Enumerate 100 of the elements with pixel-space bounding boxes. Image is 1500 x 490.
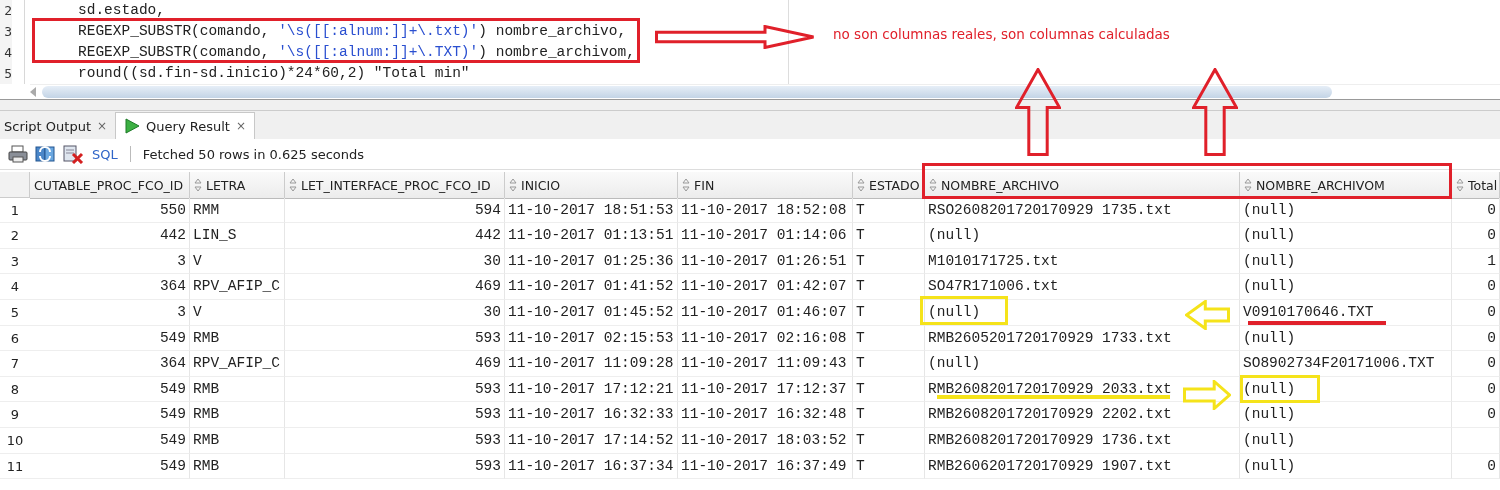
- table-cell: 0: [1452, 402, 1500, 428]
- table-cell: T: [853, 325, 925, 352]
- table-cell: 549: [30, 402, 190, 428]
- table-cell: RMB: [190, 402, 285, 428]
- table-cell: T: [853, 453, 925, 480]
- table-cell: 0: [1452, 197, 1500, 224]
- table-cell: (null): [925, 223, 1240, 249]
- code-line: round((sd.fin-sd.inicio)*24*60,2) "Total min": [78, 64, 471, 83]
- table-cell: 364: [30, 274, 190, 300]
- sort-icon: [509, 178, 517, 192]
- column-header[interactable]: CUTABLE_PROC_FCO_ID: [30, 172, 190, 199]
- annotation-note: no son columnas reales, son columnas calculadas: [833, 26, 1170, 42]
- table-cell: 11-10-2017 01:45:52: [505, 299, 678, 326]
- table-cell: 3: [30, 299, 190, 326]
- table-cell: RMB: [190, 376, 285, 403]
- table-cell: 549: [30, 376, 190, 403]
- line-number: 5: [3, 65, 12, 83]
- table-cell: 0: [1452, 274, 1500, 300]
- table-cell: 549: [30, 427, 190, 454]
- table-cell: T: [853, 299, 925, 326]
- table-cell: SO8902734F20171006.TXT: [1240, 351, 1452, 377]
- header-corner: [0, 172, 30, 198]
- sort-icon: [929, 178, 937, 192]
- delete-icon: [62, 144, 84, 164]
- sort-icon: [857, 178, 865, 192]
- row-number: 9: [0, 402, 30, 428]
- table-cell: 11-10-2017 11:09:43: [678, 351, 853, 377]
- table-cell: 0: [1452, 351, 1500, 377]
- close-icon[interactable]: ×: [235, 119, 246, 133]
- table-cell: RMB: [190, 325, 285, 352]
- sort-icon: [194, 178, 202, 192]
- table-cell: RPV_AFIP_C: [190, 274, 285, 300]
- table-cell: 11-10-2017 01:26:51: [678, 248, 853, 275]
- table-cell: 11-10-2017 17:12:37: [678, 376, 853, 403]
- row-number: 2: [0, 223, 30, 249]
- table-cell: 11-10-2017 17:12:21: [505, 376, 678, 403]
- table-cell: (null): [1240, 427, 1452, 454]
- table-cell: T: [853, 248, 925, 275]
- row-number: 7: [0, 351, 30, 377]
- table-cell: 11-10-2017 16:37:49: [678, 453, 853, 480]
- column-header[interactable]: INICIO: [505, 172, 678, 199]
- tab[interactable]: Query Result ×: [115, 112, 255, 139]
- sql-link[interactable]: SQL: [92, 146, 118, 162]
- table-cell: 11-10-2017 16:37:34: [505, 453, 678, 480]
- column-header[interactable]: Total: [1452, 172, 1500, 199]
- table-cell: T: [853, 351, 925, 377]
- table-cell: T: [853, 376, 925, 403]
- table-cell: 549: [30, 453, 190, 480]
- code-line: sd.estado,: [78, 1, 166, 20]
- table-cell: T: [853, 402, 925, 428]
- table-cell: 364: [30, 351, 190, 377]
- table-cell: 11-10-2017 01:42:07: [678, 274, 853, 300]
- table-cell: 30: [285, 299, 505, 326]
- table-cell: 0: [1452, 376, 1500, 403]
- table-cell: (null): [1240, 402, 1452, 428]
- table-cell: RPV_AFIP_C: [190, 351, 285, 377]
- code-line: REGEXP_SUBSTR(comando, '\s([[:alnum:]]+\.TXT)') nombre_archivom,: [78, 43, 636, 62]
- table-cell: 11-10-2017 01:14:06: [678, 223, 853, 249]
- table-cell: (null): [1240, 223, 1452, 249]
- table-cell: RSO2608201720170929 1735.txt: [925, 197, 1240, 224]
- table-cell: T: [853, 427, 925, 454]
- refresh-icon: [34, 144, 56, 164]
- tab[interactable]: Script Output ×: [0, 113, 116, 139]
- table-cell: 11-10-2017 16:32:48: [678, 402, 853, 428]
- table-cell: (null): [1240, 453, 1452, 480]
- column-header[interactable]: LET_INTERFACE_PROC_FCO_ID: [285, 172, 505, 199]
- table-cell: RMB: [190, 427, 285, 454]
- table-cell: 11-10-2017 18:52:08: [678, 197, 853, 224]
- row-number: 11: [0, 453, 30, 480]
- table-cell: (null): [925, 299, 1240, 326]
- table-cell: (null): [1240, 274, 1452, 300]
- table-cell: 11-10-2017 11:09:28: [505, 351, 678, 377]
- print-icon: [8, 145, 28, 163]
- splitter-bar[interactable]: [0, 99, 1500, 111]
- table-cell: 593: [285, 453, 505, 480]
- table-cell: 593: [285, 427, 505, 454]
- table-cell: LIN_S: [190, 223, 285, 249]
- table-cell: RMB2605201720170929 1733.txt: [925, 325, 1240, 352]
- table-cell: 11-10-2017 02:15:53: [505, 325, 678, 352]
- table-cell: (null): [1240, 197, 1452, 224]
- close-icon[interactable]: ×: [97, 119, 108, 133]
- column-header[interactable]: LETRA: [190, 172, 285, 199]
- scrollbar-thumb[interactable]: [42, 86, 1332, 98]
- line-number: 2: [3, 2, 12, 20]
- table-cell: SO47R171006.txt: [925, 274, 1240, 300]
- line-number: 4: [3, 44, 12, 62]
- status-text: Fetched 50 rows in 0.625 seconds: [142, 146, 365, 162]
- column-header[interactable]: ESTADO: [853, 172, 925, 199]
- sort-icon: [1456, 178, 1464, 192]
- row-number: 3: [0, 248, 30, 275]
- row-number: 8: [0, 376, 30, 403]
- table-cell: 30: [285, 248, 505, 275]
- table-cell: 469: [285, 351, 505, 377]
- table-cell: M1010171725.txt: [925, 248, 1240, 275]
- table-cell: 0: [1452, 223, 1500, 249]
- column-header[interactable]: FIN: [678, 172, 853, 199]
- table-cell: 11-10-2017 01:41:52: [505, 274, 678, 300]
- line-number: 3: [3, 23, 12, 41]
- sort-icon: [682, 178, 690, 192]
- table-cell: 469: [285, 274, 505, 300]
